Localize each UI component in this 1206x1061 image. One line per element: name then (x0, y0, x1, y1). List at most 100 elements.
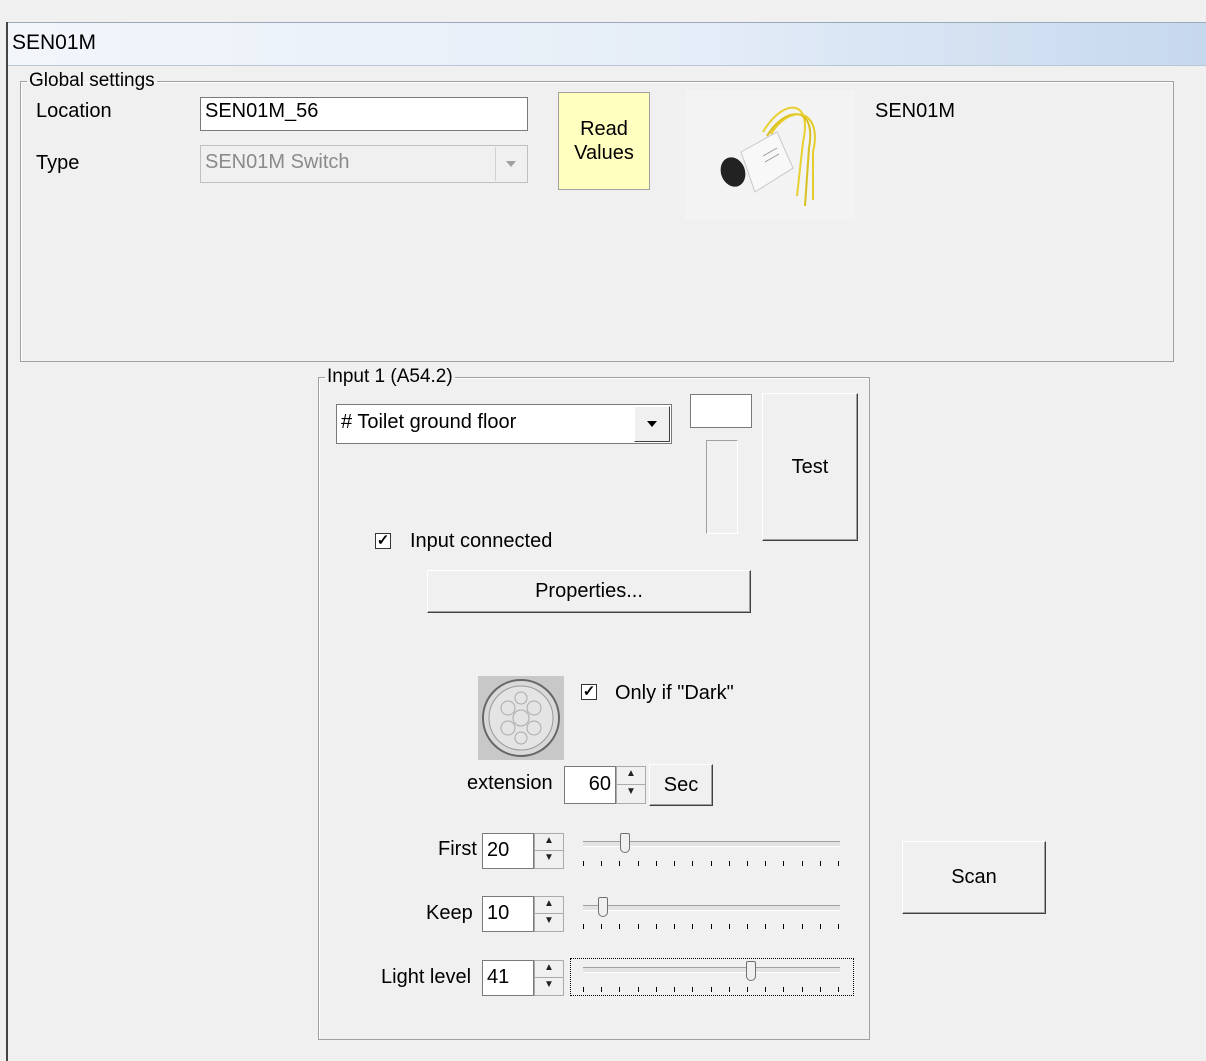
window-title: SEN01M (12, 31, 97, 54)
extension-spinner[interactable]: ▲ ▼ (616, 766, 646, 804)
slider-tick (583, 924, 584, 929)
only-dark-checkbox[interactable]: ✓ (581, 684, 597, 700)
first-label: First (438, 838, 477, 860)
type-select[interactable]: SEN01M Switch (200, 145, 528, 183)
spin-up-icon[interactable]: ▲ (535, 897, 563, 914)
extension-input[interactable]: 60 (564, 766, 616, 804)
input-connected-label: Input connected (410, 530, 553, 552)
keep-input[interactable]: 10 (482, 896, 534, 932)
scan-button-label: Scan (951, 866, 997, 888)
properties-button[interactable]: Properties... (427, 570, 751, 613)
slider-tick (655, 987, 657, 992)
only-dark-label: Only if "Dark" (615, 682, 734, 704)
slider-tick (746, 861, 748, 866)
slider-tick (746, 924, 748, 929)
slider-tick (710, 861, 712, 866)
test-button[interactable]: Test (762, 393, 858, 541)
slider-tick (692, 861, 694, 866)
location-label: Location (36, 100, 112, 122)
slider-tick (583, 987, 584, 992)
light-level-slider-track[interactable] (583, 967, 840, 973)
keep-slider-ticks (583, 924, 840, 930)
first-spinner[interactable]: ▲ ▼ (534, 833, 564, 869)
first-slider-ticks (583, 861, 840, 867)
window-left-border (0, 22, 8, 1061)
slider-tick (801, 861, 803, 866)
input1-legend: Input 1 (A54.2) (327, 366, 453, 387)
slider-tick (601, 924, 603, 929)
input1-name-value: # Toilet ground floor (341, 411, 517, 433)
spin-down-icon[interactable]: ▼ (617, 785, 645, 803)
slider-tick (710, 987, 712, 992)
slider-tick (619, 861, 621, 866)
slider-tick (655, 924, 657, 929)
device-name: SEN01M (875, 100, 956, 122)
light-level-slider-thumb[interactable] (746, 961, 756, 981)
slider-tick (801, 924, 803, 929)
light-level-spinner[interactable]: ▲ ▼ (534, 960, 564, 996)
first-input[interactable]: 20 (482, 833, 534, 869)
input-connected-checkbox[interactable]: ✓ (375, 533, 391, 549)
slider-tick (692, 924, 694, 929)
slider-tick (765, 987, 767, 992)
sec-button[interactable]: Sec (649, 764, 713, 806)
location-input[interactable]: SEN01M_56 (200, 97, 528, 131)
chevron-down-icon (506, 161, 516, 167)
spin-up-icon[interactable]: ▲ (617, 767, 645, 785)
slider-tick (710, 924, 712, 929)
slider-tick (838, 987, 839, 992)
keep-label: Keep (426, 902, 473, 924)
keep-slider-thumb[interactable] (598, 897, 608, 917)
slider-tick (783, 987, 785, 992)
slider-tick (637, 861, 639, 866)
slider-tick (728, 924, 730, 929)
slider-tick (783, 861, 785, 866)
slider-tick (692, 987, 694, 992)
light-level-input[interactable]: 41 (482, 960, 534, 996)
type-select-value: SEN01M Switch (205, 151, 350, 173)
spin-down-icon[interactable]: ▼ (535, 851, 563, 868)
slider-tick (601, 861, 603, 866)
pir-lens-icon (478, 676, 564, 760)
first-slider-thumb[interactable] (620, 833, 630, 853)
chevron-down-icon (647, 421, 657, 427)
slider-tick (765, 861, 767, 866)
slider-tick (637, 987, 639, 992)
scan-button[interactable]: Scan (902, 841, 1046, 914)
device-image (685, 90, 855, 220)
sec-button-label: Sec (663, 773, 699, 796)
spin-up-icon[interactable]: ▲ (535, 961, 563, 978)
input1-name-dropdown-button[interactable] (634, 406, 670, 442)
slider-tick (819, 861, 821, 866)
global-settings-legend: Global settings (29, 70, 155, 91)
slider-tick (619, 987, 621, 992)
slider-tick (601, 987, 603, 992)
read-values-button[interactable]: Read Values (558, 92, 650, 190)
slider-tick (819, 987, 821, 992)
light-level-slider-ticks (583, 987, 840, 993)
input1-status-box (690, 394, 752, 428)
slider-tick (801, 987, 803, 992)
window-title-bar: SEN01M (8, 22, 1206, 66)
slider-tick (674, 987, 676, 992)
input1-name-select[interactable]: # Toilet ground floor (336, 404, 672, 444)
slider-tick (765, 924, 767, 929)
keep-spinner[interactable]: ▲ ▼ (534, 896, 564, 932)
light-level-label: Light level (381, 966, 472, 988)
type-label: Type (36, 152, 80, 174)
slider-tick (728, 987, 730, 992)
spin-down-icon[interactable]: ▼ (535, 978, 563, 995)
properties-button-label: Properties... (535, 580, 643, 602)
extension-label: extension (467, 772, 553, 794)
spin-down-icon[interactable]: ▼ (535, 914, 563, 931)
test-button-label: Test (791, 455, 829, 478)
spin-up-icon[interactable]: ▲ (535, 834, 563, 851)
slider-tick (838, 861, 839, 866)
type-select-dropdown-button[interactable] (495, 147, 526, 181)
slider-tick (674, 924, 676, 929)
slider-tick (655, 861, 657, 866)
slider-tick (637, 924, 639, 929)
keep-slider-track[interactable] (583, 905, 840, 911)
slider-tick (728, 861, 730, 866)
slider-tick (674, 861, 676, 866)
